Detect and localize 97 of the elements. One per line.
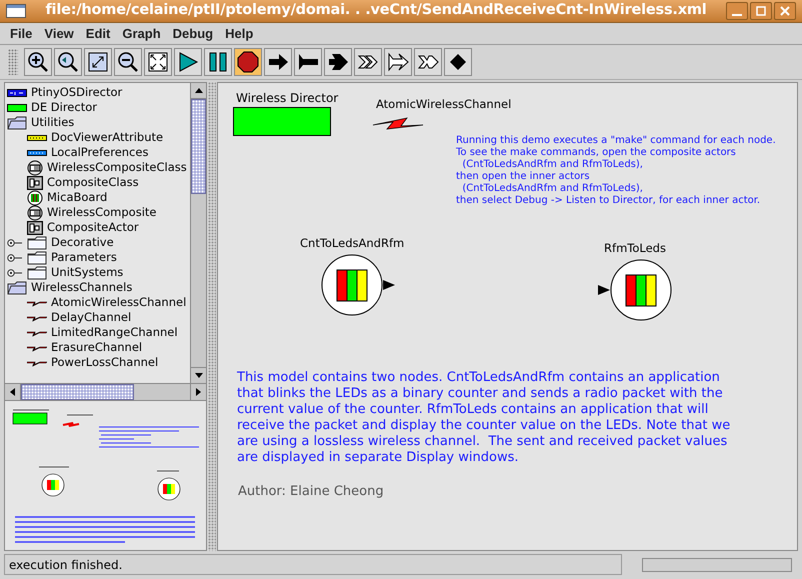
board-icon bbox=[27, 190, 43, 206]
actor-label: RfmToLeds bbox=[603, 240, 667, 257]
expand-handle-icon[interactable] bbox=[7, 238, 23, 246]
lightning-icon bbox=[27, 298, 47, 306]
instructions-note: Running this demo executes a "make" command for each node. To see the make commands, open the composite actors (CntToLedsAndRfm and RfmToLeds), then open the inner actors (CntToLedsAndRfm and RfmToLeds), then select Debug -> Listen to Director, for each inner actor. bbox=[456, 135, 776, 207]
composite-icon bbox=[27, 204, 43, 220]
tree-item[interactable]: DelayChannel bbox=[51, 308, 132, 326]
lightning-icon bbox=[27, 344, 47, 352]
menu-item[interactable]: Edit bbox=[80, 24, 116, 44]
director-icon bbox=[7, 88, 27, 96]
tree-item[interactable]: UnitSystems bbox=[51, 264, 124, 282]
scroll-up-icon[interactable] bbox=[194, 88, 202, 93]
toolbar-grip[interactable] bbox=[8, 49, 18, 75]
zoom-fit-icon bbox=[87, 51, 109, 73]
toolbar-button[interactable] bbox=[324, 48, 352, 76]
toolbar-button[interactable] bbox=[264, 48, 292, 76]
tree-item[interactable]: Parameters bbox=[51, 248, 117, 266]
tree-item[interactable]: DE Director bbox=[31, 98, 97, 116]
pause-icon bbox=[207, 51, 229, 73]
toolbar-button[interactable] bbox=[414, 48, 442, 76]
expand-handle-icon[interactable] bbox=[7, 268, 23, 276]
director-label: Wireless Director bbox=[235, 90, 338, 107]
zoom-in-icon bbox=[27, 51, 49, 73]
zoom-reset-icon bbox=[57, 51, 79, 73]
menu-item[interactable]: Help bbox=[219, 24, 260, 44]
tree-item[interactable]: Utilities bbox=[31, 114, 74, 132]
toolbar-button[interactable] bbox=[354, 48, 382, 76]
window-title: file:/home/celaine/ptII/ptolemy/domai. . .veCnt/SendAndReceiveCnt-InWireless.xml bbox=[44, 1, 708, 20]
director-icon bbox=[7, 104, 27, 112]
lightning-icon bbox=[27, 358, 47, 366]
menu-item[interactable]: View bbox=[38, 24, 80, 44]
toolbar-button[interactable] bbox=[54, 48, 82, 76]
menu-item[interactable]: Debug bbox=[166, 24, 220, 44]
toolbar-button[interactable] bbox=[444, 48, 472, 76]
expand-handle-icon[interactable] bbox=[7, 254, 23, 262]
minimize-button[interactable] bbox=[726, 2, 748, 20]
composite-icon bbox=[27, 160, 43, 176]
tree-item[interactable]: WirelessCompositeClass bbox=[47, 158, 187, 176]
composite-actor-icon[interactable] bbox=[610, 259, 672, 322]
toolbar-button[interactable] bbox=[234, 48, 262, 76]
zoom-out-icon bbox=[117, 51, 139, 73]
minimize-icon bbox=[732, 14, 742, 16]
tree-item[interactable]: WirelessComposite bbox=[47, 204, 156, 222]
scroll-down-icon[interactable] bbox=[194, 373, 202, 378]
input-port-icon bbox=[598, 285, 610, 296]
notched-arrow-icon bbox=[327, 51, 349, 73]
lightning-icon bbox=[27, 328, 47, 336]
tree-item[interactable]: LimitedRangeChannel bbox=[51, 324, 178, 342]
tree-item[interactable]: CompositeClass bbox=[47, 174, 139, 192]
tree-item[interactable]: CompositeActor bbox=[47, 218, 139, 236]
attribute-icon bbox=[27, 134, 47, 140]
tree-item[interactable]: MicaBoard bbox=[47, 188, 108, 206]
outline-flag-icon bbox=[387, 51, 409, 73]
horizontal-scrollbar[interactable] bbox=[5, 383, 206, 400]
menu-item[interactable]: File bbox=[4, 24, 38, 44]
stop-icon bbox=[237, 51, 259, 73]
director-block[interactable] bbox=[233, 107, 331, 136]
composite-icon bbox=[27, 220, 43, 234]
channel-label: AtomicWirelessChannel bbox=[376, 96, 512, 113]
maximize-button[interactable] bbox=[750, 2, 772, 20]
actor-label: CntToLedsAndRfm bbox=[300, 235, 404, 252]
lightning-icon bbox=[27, 314, 47, 322]
close-button[interactable] bbox=[774, 2, 796, 20]
toolbar-button[interactable] bbox=[144, 48, 172, 76]
tree-item[interactable]: Decorative bbox=[51, 234, 114, 252]
toolbar-button[interactable] bbox=[384, 48, 412, 76]
tree-item[interactable]: AtomicWirelessChannel bbox=[51, 294, 186, 312]
status-message: execution finished. bbox=[4, 554, 622, 575]
composite-icon bbox=[27, 176, 43, 190]
window-menu-icon[interactable] bbox=[6, 4, 26, 18]
toolbar-button[interactable] bbox=[84, 48, 112, 76]
tree-item[interactable]: PowerLossChannel bbox=[51, 354, 158, 372]
composite-actor-icon[interactable] bbox=[321, 254, 384, 316]
tree-item[interactable]: DocViewerAttribute bbox=[51, 128, 164, 146]
toolbar-button[interactable] bbox=[294, 48, 322, 76]
toolbar-button[interactable] bbox=[174, 48, 202, 76]
tree-item[interactable]: WirelessChannels bbox=[31, 278, 132, 296]
toolbar-button[interactable] bbox=[24, 48, 52, 76]
tree-item[interactable]: PtinyOSDirector bbox=[31, 84, 122, 102]
maximize-icon bbox=[756, 6, 766, 16]
menu-item[interactable]: Graph bbox=[116, 24, 167, 44]
description-note: This model contains two nodes. CntToLedsAndRfm contains an application that blinks the LEDs as a binary counter and sends a radio packet with the current value of the counter. RfmToLeds contains an application that will receive the packet and display the counter value on the LEDs. Note that we are using a lossless wireless channel. The sent and received packet values are displayed in separate Display windows. bbox=[237, 370, 730, 466]
vertical-scrollbar[interactable] bbox=[190, 83, 206, 383]
attribute-icon bbox=[27, 150, 47, 156]
output-port-icon bbox=[383, 280, 396, 290]
scroll-right-icon[interactable] bbox=[196, 388, 201, 396]
arrow-icon bbox=[267, 51, 289, 73]
model-canvas[interactable] bbox=[217, 82, 798, 551]
author-note: Author: Elaine Cheong bbox=[238, 483, 384, 501]
toolbar-button[interactable] bbox=[114, 48, 142, 76]
toolbar-button[interactable] bbox=[204, 48, 232, 76]
play-icon bbox=[177, 51, 199, 73]
full-screen-icon bbox=[147, 51, 169, 73]
tree-item[interactable]: LocalPreferences bbox=[51, 144, 148, 162]
close-icon bbox=[780, 6, 790, 16]
tree-item[interactable]: ErasureChannel bbox=[51, 338, 142, 356]
scroll-left-icon[interactable] bbox=[10, 388, 15, 396]
